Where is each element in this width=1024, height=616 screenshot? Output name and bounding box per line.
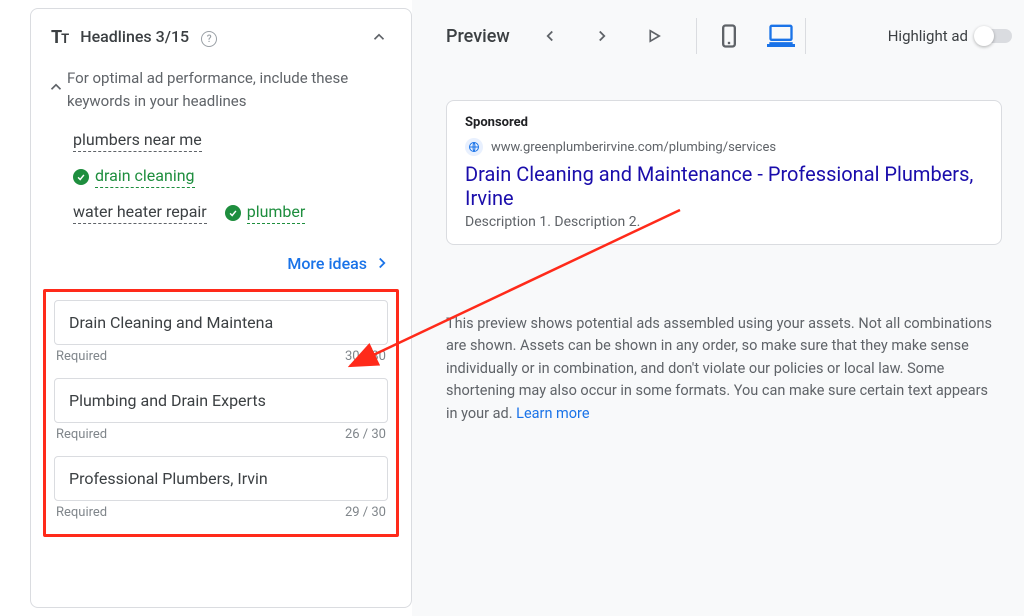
next-ad-button[interactable] [590, 24, 614, 48]
preview-panel: Preview [412, 0, 1024, 616]
collapse-suggestions-button[interactable] [47, 75, 65, 99]
char-count: 29 / 30 [345, 505, 386, 520]
keyword-list: plumbers near me drain cleaning water heat… [73, 130, 391, 224]
headline-input[interactable]: Plumbing and Drain Experts [54, 378, 388, 423]
headline-inputs: Drain Cleaning and Maintena Required 30 / … [43, 289, 399, 537]
keyword-text[interactable]: water heater repair [73, 202, 207, 224]
required-label: Required [56, 349, 107, 364]
headline-meta: Required 26 / 30 [56, 427, 386, 442]
highlight-label: Highlight ad [888, 27, 968, 45]
text-format-icon: TT [51, 27, 68, 48]
headline-input[interactable]: Professional Plumbers, Irvin [54, 456, 388, 501]
keyword-text[interactable]: drain cleaning [95, 166, 195, 188]
check-icon [73, 169, 89, 185]
keyword-text[interactable]: plumbers near me [73, 130, 202, 152]
ad-headline[interactable]: Drain Cleaning and Maintenance - Profess… [465, 162, 983, 210]
suggestion-text: For optimal ad performance, include thes… [67, 67, 391, 114]
ad-url: www.greenplumberirvine.com/plumbing/serv… [491, 140, 776, 155]
required-label: Required [56, 427, 107, 442]
mobile-preview-button[interactable] [715, 25, 743, 47]
preview-toolbar: Preview [412, 0, 1024, 64]
separator [696, 18, 697, 54]
required-label: Required [56, 505, 107, 520]
sponsored-label: Sponsored [465, 115, 983, 130]
keyword-text[interactable]: plumber [247, 202, 306, 224]
more-ideas-link[interactable]: More ideas [287, 254, 391, 273]
learn-more-link[interactable]: Learn more [516, 405, 589, 422]
headlines-header: TT Headlines 3/15 ? [31, 9, 411, 67]
highlight-toggle[interactable] [976, 29, 1012, 43]
headlines-panel: TT Headlines 3/15 ? For optimal ad perfo… [30, 8, 412, 608]
preview-note: This preview shows potential ads assembl… [446, 313, 1002, 425]
keyword-suggestion[interactable]: plumbers near me [73, 130, 202, 152]
ad-preview-card: Sponsored www.greenplumberirvine.com/plu… [446, 100, 1002, 245]
preview-title: Preview [446, 26, 510, 47]
headlines-title: Headlines 3/15 ? [80, 27, 367, 48]
check-icon [225, 205, 241, 221]
help-icon[interactable]: ? [201, 31, 217, 47]
keyword-suggestion[interactable]: drain cleaning [73, 166, 195, 188]
separator [805, 18, 806, 54]
char-count: 30 / 30 [345, 349, 386, 364]
prev-ad-button[interactable] [538, 24, 562, 48]
keyword-suggestions: For optimal ad performance, include thes… [31, 67, 411, 246]
globe-icon [465, 138, 483, 156]
headline-input[interactable]: Drain Cleaning and Maintena [54, 300, 388, 345]
ad-description: Description 1. Description 2. [465, 214, 983, 230]
collapse-headlines-button[interactable] [367, 25, 391, 49]
play-button[interactable] [642, 24, 666, 48]
headline-meta: Required 30 / 30 [56, 349, 386, 364]
keyword-suggestion[interactable]: water heater repair [73, 202, 207, 224]
keyword-suggestion[interactable]: plumber [225, 202, 306, 224]
headline-meta: Required 29 / 30 [56, 505, 386, 520]
desktop-preview-button[interactable] [767, 25, 795, 47]
char-count: 26 / 30 [345, 427, 386, 442]
